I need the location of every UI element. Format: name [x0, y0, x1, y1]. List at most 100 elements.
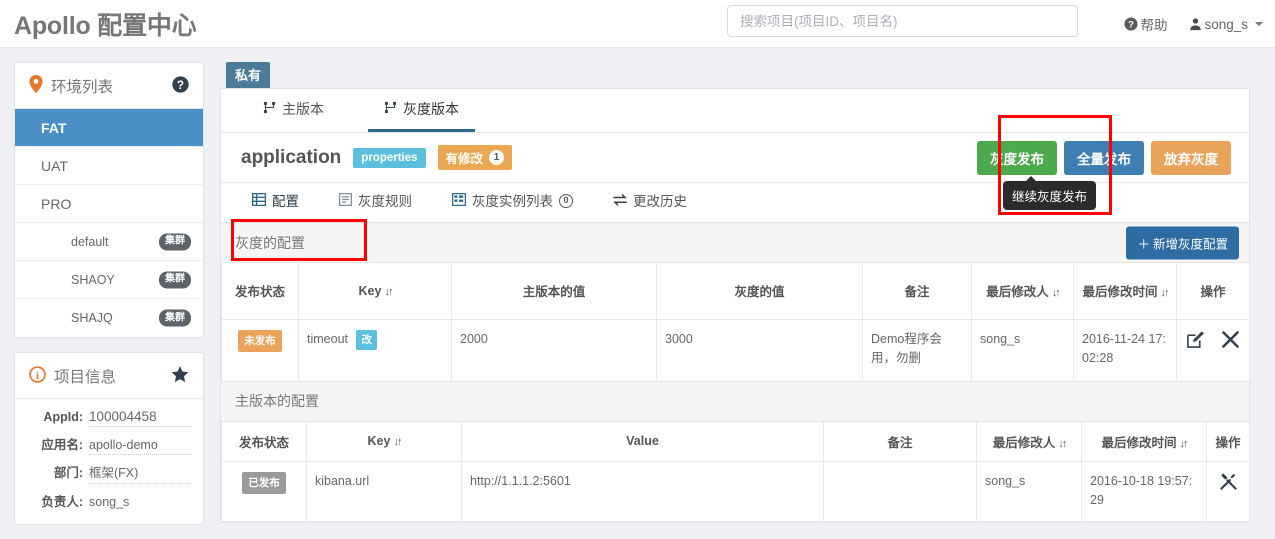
project-label: 部门: — [53, 466, 83, 480]
col-master-value: 主版本的值 — [451, 263, 657, 320]
cell-operations — [1206, 461, 1250, 522]
master-config-table-body: 已发布 kibana.url http://1.1.1.2:5601 song_… — [221, 461, 1250, 522]
cell-modifier: song_s — [976, 461, 1082, 522]
modified-key-badge: 改 — [356, 329, 377, 350]
full-release-button[interactable]: 全量发布 — [1064, 140, 1144, 175]
col-modifier[interactable]: 最后修改人 ↓↑ — [971, 263, 1074, 320]
namespace-name: application — [241, 146, 342, 168]
question-circle-icon[interactable]: ? — [172, 75, 189, 96]
delete-icon[interactable] — [1221, 330, 1240, 348]
sort-icon: ↓↑ — [384, 285, 393, 298]
namespace-scope-badge: 私有 — [226, 62, 271, 88]
project-info-body: AppId: 100004458 应用名: apollo-demo 部门: 框架… — [15, 399, 203, 524]
project-value: apollo-demo — [89, 438, 191, 455]
env-label: PRO — [41, 195, 72, 212]
tab-label: 主版本 — [282, 100, 324, 117]
gray-release-button[interactable]: 灰度发布 — [977, 140, 1057, 175]
col-modified-time-label: 最后修改时间 — [1101, 435, 1177, 450]
env-list-panel: 环境列表 ? FAT UAT PRO default 集群 SHAOY 集群 S… — [14, 62, 204, 338]
col-key[interactable]: Key ↓↑ — [306, 421, 462, 462]
namespace-header-row: application properties 有修改 1 灰度发布 全量发布 放… — [221, 115, 1249, 215]
col-modifier-label: 最后修改人 — [986, 285, 1049, 300]
env-list-header: 环境列表 ? — [15, 63, 203, 109]
cell-operations — [1176, 318, 1250, 382]
table-icon — [251, 182, 267, 221]
version-tabs: 主版本 灰度版本 — [221, 89, 1249, 133]
sidebar-item-shajq[interactable]: SHAJQ 集群 — [15, 299, 203, 337]
help-link[interactable]: ? 帮助 — [1124, 14, 1167, 34]
user-icon — [1189, 17, 1202, 31]
col-modifier[interactable]: 最后修改人 ↓↑ — [976, 421, 1082, 462]
sort-icon: ↓↑ — [1179, 437, 1189, 450]
project-label: 负责人: — [41, 495, 83, 509]
tab-gray-rules[interactable]: 灰度规则 — [336, 183, 415, 222]
info-circle-icon: i — [29, 365, 46, 386]
user-name: song_s — [1204, 16, 1248, 32]
col-key[interactable]: Key ↓↑ — [298, 263, 452, 320]
env-label: FAT — [41, 119, 67, 136]
search-input[interactable] — [727, 5, 1078, 37]
main-content: 私有 主版本 灰度版本 application properties 有修改 1… — [220, 62, 1250, 523]
location-pin-icon — [29, 75, 43, 96]
col-comment: 备注 — [823, 421, 977, 462]
gray-config-table-head: 发布状态 Key ↓↑ 主版本的值 灰度的值 备注 最后修改人 ↓↑ 最后修改时间 ↓… — [221, 263, 1250, 320]
tab-config[interactable]: 配置 — [249, 183, 302, 222]
format-badge: properties — [353, 147, 426, 168]
cluster-label: SHAJQ — [71, 311, 113, 325]
project-row-appname: 应用名: apollo-demo — [27, 434, 191, 455]
svg-text:i: i — [36, 370, 39, 381]
sidebar-item-fat[interactable]: FAT — [15, 109, 203, 147]
col-modified-time-label: 最后修改时间 — [1082, 285, 1158, 300]
tab-change-history[interactable]: 更改历史 — [610, 183, 690, 222]
navbar-right: ? 帮助 song_s — [1124, 0, 1263, 48]
sort-icon: ↓↑ — [1051, 287, 1061, 300]
branch-icon — [384, 88, 397, 131]
add-gray-config-button[interactable]: ＋ 新增灰度配置 — [1126, 226, 1239, 259]
edit-icon[interactable] — [1186, 331, 1208, 348]
project-value: 100004458 — [89, 409, 191, 427]
star-icon[interactable] — [171, 365, 189, 386]
col-modified-time[interactable]: 最后修改时间 ↓↑ — [1081, 421, 1207, 462]
tab-label: 灰度版本 — [403, 100, 459, 117]
table-header-row: 发布状态 Key ↓↑ Value 备注 最后修改人 ↓↑ 最后修改时间 ↓↑ 操作 — [221, 421, 1250, 462]
status-badge: 已发布 — [242, 472, 286, 495]
master-config-title: 主版本的配置 — [235, 393, 319, 409]
cell-modifier: song_s — [971, 318, 1074, 382]
add-gray-config-label: 新增灰度配置 — [1152, 237, 1228, 251]
tab-gray-instances[interactable]: 灰度实例列表 0 — [449, 183, 576, 222]
cluster-badge: 集群 — [159, 309, 191, 327]
col-key-label: Key — [367, 434, 391, 449]
svg-text:?: ? — [177, 78, 184, 91]
col-modified-time[interactable]: 最后修改时间 ↓↑ — [1073, 263, 1177, 320]
env-label: UAT — [41, 157, 68, 174]
col-operations: 操作 — [1206, 421, 1250, 462]
tab-gray-version[interactable]: 灰度版本 — [368, 89, 475, 132]
user-menu[interactable]: song_s — [1189, 17, 1263, 32]
env-list: FAT UAT PRO default 集群 SHAOY 集群 SHAJQ 集群 — [15, 109, 203, 337]
tab-master-version[interactable]: 主版本 — [247, 89, 340, 132]
project-row-appid: AppId: 100004458 — [27, 409, 191, 427]
sidebar-item-default[interactable]: default 集群 — [15, 223, 203, 261]
cell-status: 已发布 — [221, 461, 307, 522]
project-info-panel: i 项目信息 AppId: 100004458 应用名: apollo-demo… — [14, 352, 204, 525]
sort-icon: ↓↑ — [1058, 437, 1067, 450]
sidebar-item-shaoy[interactable]: SHAOY 集群 — [15, 261, 203, 299]
cell-modified-time: 2016-11-24 17:02:28 — [1073, 318, 1177, 382]
tab-label: 灰度实例列表 — [472, 193, 553, 209]
tools-icon[interactable] — [1219, 473, 1238, 490]
col-gray-value: 灰度的值 — [656, 263, 863, 320]
namespace-card: 主版本 灰度版本 application properties 有修改 1 灰度… — [220, 88, 1250, 523]
list-icon — [339, 182, 352, 221]
sidebar-item-uat[interactable]: UAT — [15, 147, 203, 185]
master-config-table-head: 发布状态 Key ↓↑ Value 备注 最后修改人 ↓↑ 最后修改时间 ↓↑ 操作 — [221, 421, 1250, 462]
project-label: AppId: — [43, 410, 83, 424]
tab-label: 更改历史 — [633, 193, 687, 209]
abandon-gray-button[interactable]: 放弃灰度 — [1151, 140, 1231, 175]
project-label: 应用名: — [41, 438, 83, 452]
tab-label: 配置 — [272, 193, 299, 209]
help-label: 帮助 — [1140, 18, 1168, 33]
sidebar-item-pro[interactable]: PRO — [15, 185, 203, 223]
status-badge: 未发布 — [238, 329, 282, 352]
tab-label: 灰度规则 — [358, 193, 412, 209]
col-status: 发布状态 — [221, 263, 299, 320]
